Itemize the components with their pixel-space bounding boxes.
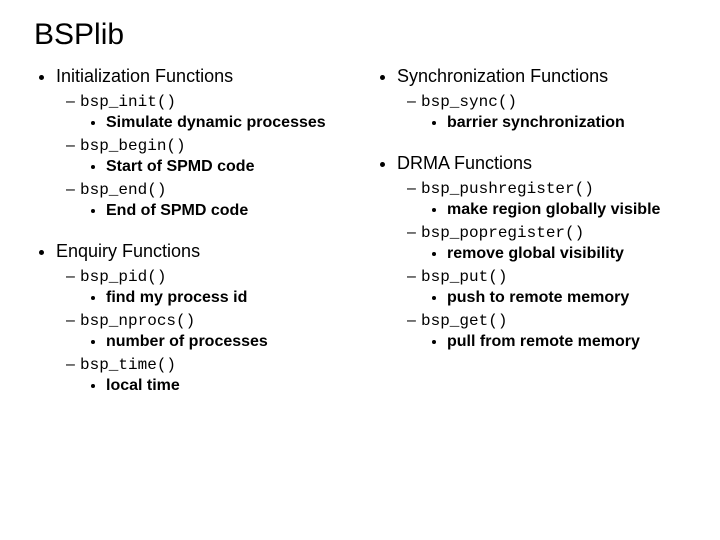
right-column: Synchronization Functions bsp_sync() bar… — [375, 66, 686, 416]
heading-text: Enquiry Functions — [56, 241, 200, 261]
fn-item: bsp_pushregister() make region globally … — [407, 180, 686, 220]
fn-desc: End of SPMD code — [106, 201, 345, 221]
fn-name: bsp_get() — [421, 312, 507, 330]
fn-desc-list: Start of SPMD code — [80, 157, 345, 177]
fn-desc: remove global visibility — [447, 244, 686, 264]
section-drma: DRMA Functions bsp_pushregister() make r… — [375, 153, 686, 352]
fn-desc: push to remote memory — [447, 288, 686, 308]
fn-name: bsp_time() — [80, 356, 176, 374]
heading-text: Synchronization Functions — [397, 66, 608, 86]
fn-name: bsp_init() — [80, 93, 176, 111]
fn-name: bsp_popregister() — [421, 224, 584, 242]
page-title: BSPlib — [34, 18, 686, 52]
fn-desc: Start of SPMD code — [106, 157, 345, 177]
fn-desc-list: barrier synchronization — [421, 113, 686, 133]
section-enquiry: Enquiry Functions bsp_pid() find my proc… — [34, 241, 345, 396]
slide: BSPlib Initialization Functions bsp_init… — [0, 0, 720, 540]
fn-desc: barrier synchronization — [447, 113, 686, 133]
fn-item: bsp_end() End of SPMD code — [66, 181, 345, 221]
fn-list: bsp_pid() find my process id bsp_nprocs(… — [56, 268, 345, 396]
fn-desc: find my process id — [106, 288, 345, 308]
fn-desc-list: make region globally visible — [421, 200, 686, 220]
fn-item: bsp_time() local time — [66, 356, 345, 396]
section-heading: Initialization Functions bsp_init() Simu… — [56, 66, 345, 221]
columns: Initialization Functions bsp_init() Simu… — [34, 66, 686, 416]
fn-list: bsp_sync() barrier synchronization — [397, 93, 686, 133]
fn-desc-list: End of SPMD code — [80, 201, 345, 221]
fn-item: bsp_popregister() remove global visibili… — [407, 224, 686, 264]
fn-desc: pull from remote memory — [447, 332, 686, 352]
fn-item: bsp_begin() Start of SPMD code — [66, 137, 345, 177]
fn-name: bsp_pushregister() — [421, 180, 594, 198]
section-heading: Enquiry Functions bsp_pid() find my proc… — [56, 241, 345, 396]
heading-text: DRMA Functions — [397, 153, 532, 173]
section-sync: Synchronization Functions bsp_sync() bar… — [375, 66, 686, 133]
fn-list: bsp_pushregister() make region globally … — [397, 180, 686, 352]
fn-desc-list: Simulate dynamic processes — [80, 113, 345, 133]
fn-desc-list: pull from remote memory — [421, 332, 686, 352]
fn-desc-list: local time — [80, 376, 345, 396]
section-heading: DRMA Functions bsp_pushregister() make r… — [397, 153, 686, 352]
fn-desc: number of processes — [106, 332, 345, 352]
section-heading: Synchronization Functions bsp_sync() bar… — [397, 66, 686, 133]
fn-item: bsp_sync() barrier synchronization — [407, 93, 686, 133]
fn-name: bsp_sync() — [421, 93, 517, 111]
fn-list: bsp_init() Simulate dynamic processes bs… — [56, 93, 345, 221]
fn-desc-list: find my process id — [80, 288, 345, 308]
fn-item: bsp_pid() find my process id — [66, 268, 345, 308]
left-column: Initialization Functions bsp_init() Simu… — [34, 66, 345, 416]
section-init: Initialization Functions bsp_init() Simu… — [34, 66, 345, 221]
fn-name: bsp_put() — [421, 268, 507, 286]
fn-desc: Simulate dynamic processes — [106, 113, 345, 133]
fn-item: bsp_put() push to remote memory — [407, 268, 686, 308]
fn-desc: make region globally visible — [447, 200, 686, 220]
heading-text: Initialization Functions — [56, 66, 233, 86]
fn-desc-list: push to remote memory — [421, 288, 686, 308]
fn-name: bsp_nprocs() — [80, 312, 195, 330]
fn-desc-list: number of processes — [80, 332, 345, 352]
fn-item: bsp_get() pull from remote memory — [407, 312, 686, 352]
fn-name: bsp_end() — [80, 181, 166, 199]
fn-name: bsp_pid() — [80, 268, 166, 286]
fn-name: bsp_begin() — [80, 137, 186, 155]
fn-item: bsp_nprocs() number of processes — [66, 312, 345, 352]
fn-desc-list: remove global visibility — [421, 244, 686, 264]
fn-desc: local time — [106, 376, 345, 396]
fn-item: bsp_init() Simulate dynamic processes — [66, 93, 345, 133]
